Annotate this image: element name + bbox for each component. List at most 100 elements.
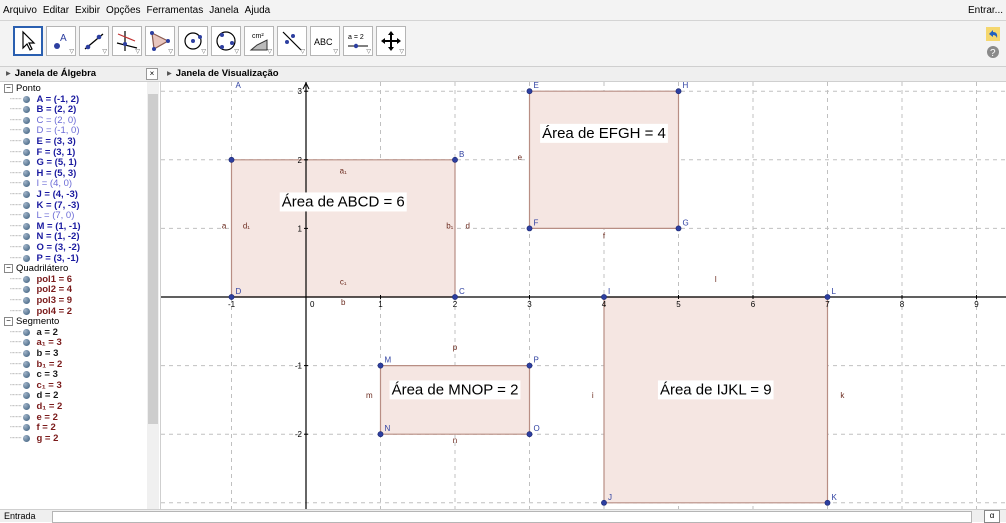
polygon-efgh[interactable] [528, 90, 680, 229]
collapse-toggle-icon[interactable]: − [4, 264, 13, 274]
point-n[interactable] [377, 431, 384, 438]
point-j[interactable] [601, 499, 607, 506]
graphics-canvas[interactable]: -1 1 2 3 4 5 6 7 8 9 0 3 2 1 -1 -2 a d₁ a₁ c₁ b₁ d b e f l p m n i k A B… [161, 82, 1006, 509]
reflect-tool-button[interactable]: ▽ [277, 26, 307, 56]
area-text[interactable]: Área de MNOP = 2 [392, 381, 519, 398]
polygon-mnop[interactable] [379, 365, 531, 435]
visibility-toggle-icon[interactable] [23, 127, 31, 135]
menu-arquivo[interactable]: Arquivo [0, 5, 40, 16]
point-d[interactable] [228, 294, 235, 300]
visibility-toggle-icon[interactable] [23, 201, 31, 209]
point-g[interactable] [675, 225, 682, 232]
algebra-item[interactable]: ┈┈ B = (2, 2) [10, 104, 76, 115]
visibility-toggle-icon[interactable] [23, 233, 31, 241]
area-text[interactable]: Área de IJKL = 9 [660, 381, 772, 398]
line-tool-button[interactable]: ▽ [79, 26, 109, 56]
algebra-item[interactable]: ┈┈ b₁ = 2 [10, 359, 62, 370]
undo-icon[interactable] [986, 27, 1000, 41]
visibility-toggle-icon[interactable] [23, 243, 31, 251]
point-h[interactable] [675, 88, 682, 95]
algebra-item[interactable]: ┈┈ K = (7, -3) [10, 200, 79, 211]
algebra-item[interactable]: ┈┈ C = (2, 0) [10, 115, 76, 126]
menu-opcoes[interactable]: Opções [103, 5, 143, 16]
visibility-toggle-icon[interactable] [23, 275, 31, 283]
algebra-item[interactable]: ┈┈ pol1 = 6 [10, 274, 72, 285]
algebra-item[interactable]: ┈┈ H = (5, 3) [10, 168, 76, 179]
visibility-toggle-icon[interactable] [23, 137, 31, 145]
algebra-item[interactable]: ┈┈ D = (-1, 0) [10, 125, 79, 136]
point-f[interactable] [526, 225, 533, 232]
algebra-group-header[interactable]: − Ponto [4, 83, 41, 94]
algebra-item[interactable]: ┈┈ a = 2 [10, 327, 58, 338]
algebra-item[interactable]: ┈┈ F = (3, 1) [10, 147, 75, 158]
algebra-item[interactable]: ┈┈ c = 3 [10, 369, 58, 380]
input-field[interactable] [52, 511, 972, 523]
visibility-toggle-icon[interactable] [23, 169, 31, 177]
input-help-button[interactable]: α [984, 510, 1000, 523]
algebra-item[interactable]: ┈┈ A = (-1, 2) [10, 94, 79, 105]
move-view-tool-button[interactable]: ▽ [376, 26, 406, 56]
visibility-toggle-icon[interactable] [23, 392, 31, 400]
algebra-group-header[interactable]: − Quadrilátero [4, 263, 68, 274]
visibility-toggle-icon[interactable] [23, 286, 31, 294]
point-e[interactable] [526, 88, 533, 95]
algebra-item[interactable]: ┈┈ L = (7, 0) [10, 210, 74, 221]
menu-exibir[interactable]: Exibir [72, 5, 103, 16]
visibility-toggle-icon[interactable] [23, 339, 31, 347]
menu-ajuda[interactable]: Ajuda [242, 5, 274, 16]
menu-ferramentas[interactable]: Ferramentas [144, 5, 207, 16]
point-marker[interactable] [228, 156, 235, 163]
algebra-item[interactable]: ┈┈ J = (4, -3) [10, 189, 78, 200]
visibility-toggle-icon[interactable] [23, 180, 31, 188]
visibility-toggle-icon[interactable] [23, 307, 31, 315]
algebra-scrollbar-thumb[interactable] [148, 94, 158, 424]
algebra-item[interactable]: ┈┈ a₁ = 3 [10, 337, 62, 348]
visibility-toggle-icon[interactable] [23, 434, 31, 442]
help-icon[interactable]: ? [986, 45, 1000, 59]
polygon-abcd[interactable] [230, 159, 456, 298]
menu-editar[interactable]: Editar [40, 5, 72, 16]
visibility-toggle-icon[interactable] [23, 349, 31, 357]
visibility-toggle-icon[interactable] [23, 296, 31, 304]
visibility-toggle-icon[interactable] [23, 116, 31, 124]
algebra-item[interactable]: ┈┈ d₁ = 2 [10, 401, 62, 412]
point-i[interactable] [601, 294, 607, 300]
visibility-toggle-icon[interactable] [23, 360, 31, 368]
algebra-item[interactable]: ┈┈ g = 2 [10, 433, 58, 444]
visibility-toggle-icon[interactable] [23, 159, 31, 167]
graphics-view[interactable]: -1 1 2 3 4 5 6 7 8 9 0 3 2 1 -1 -2 a d₁ a₁ c₁ b₁ d b e f l p m n i k A B… [161, 82, 1006, 509]
algebra-item[interactable]: ┈┈ pol4 = 2 [10, 306, 72, 317]
visibility-toggle-icon[interactable] [23, 222, 31, 230]
visibility-toggle-icon[interactable] [23, 371, 31, 379]
point-l[interactable] [824, 294, 831, 300]
close-icon[interactable]: × [146, 68, 158, 80]
visibility-toggle-icon[interactable] [23, 95, 31, 103]
visibility-toggle-icon[interactable] [23, 190, 31, 198]
algebra-item[interactable]: ┈┈ f = 2 [10, 422, 56, 433]
algebra-item[interactable]: ┈┈ I = (4, 0) [10, 178, 72, 189]
polygon-tool-button[interactable]: ▽ [145, 26, 175, 56]
algebra-panel-header[interactable]: ▸ Janela de Álgebra [6, 68, 96, 79]
algebra-item[interactable]: ┈┈ M = (1, -1) [10, 221, 81, 232]
algebra-item[interactable]: ┈┈ O = (3, -2) [10, 242, 80, 253]
move-tool-button[interactable] [13, 26, 43, 56]
algebra-group-header[interactable]: − Segmento [4, 316, 59, 327]
visibility-toggle-icon[interactable] [23, 402, 31, 410]
visibility-toggle-icon[interactable] [23, 381, 31, 389]
visibility-toggle-icon[interactable] [23, 106, 31, 114]
algebra-item[interactable]: ┈┈ P = (3, -1) [10, 253, 79, 264]
point-o[interactable] [526, 431, 533, 438]
visibility-toggle-icon[interactable] [23, 413, 31, 421]
algebra-item[interactable]: ┈┈ G = (5, 1) [10, 157, 77, 168]
point-b[interactable] [452, 156, 458, 163]
visibility-toggle-icon[interactable] [23, 254, 31, 262]
visibility-toggle-icon[interactable] [23, 424, 31, 432]
area-text[interactable]: Área de ABCD = 6 [282, 193, 405, 210]
algebra-item[interactable]: ┈┈ pol3 = 9 [10, 295, 72, 306]
circle-tool-button[interactable]: ▽ [178, 26, 208, 56]
algebra-item[interactable]: ┈┈ N = (1, -2) [10, 231, 79, 242]
algebra-item[interactable]: ┈┈ c₁ = 3 [10, 380, 62, 391]
area-text[interactable]: Área de EFGH = 4 [542, 125, 666, 142]
menu-janela[interactable]: Janela [206, 5, 241, 16]
point-p[interactable] [526, 362, 533, 369]
